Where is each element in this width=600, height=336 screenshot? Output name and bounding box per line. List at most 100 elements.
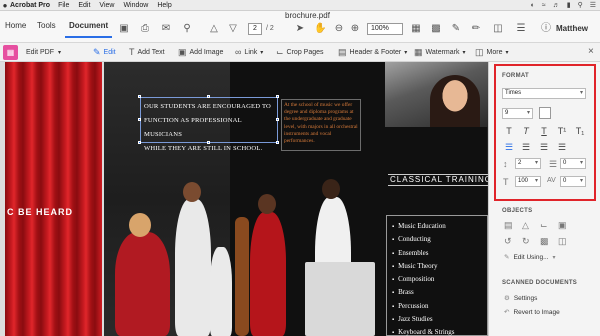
page-number-input[interactable]: 2 (248, 23, 262, 35)
revert-label: Revert to Image (513, 308, 560, 316)
chevron-down-icon: ▾ (404, 50, 408, 56)
crop-image-icon[interactable]: ⌙ (540, 220, 548, 231)
rotate-right-icon[interactable]: ↻ (522, 236, 530, 247)
edit-using-button[interactable]: ✎ Edit Using... ▾ (504, 253, 556, 262)
text-style-icon[interactable]: T (503, 126, 515, 136)
apple-icon[interactable]: ● (0, 1, 10, 10)
edit-pdf-mode[interactable]: ▦ Edit PDF ▾ (0, 43, 93, 62)
rotate-left-icon[interactable]: ↺ (504, 236, 512, 247)
highlight-icon[interactable]: ✎ (450, 23, 462, 35)
next-page-icon[interactable]: ▽ (227, 23, 239, 35)
resize-handle[interactable] (207, 95, 210, 98)
flip-horizontal-icon[interactable]: ◫ (558, 236, 567, 247)
tab-document[interactable]: Document (64, 21, 113, 38)
link-icon: ∞ (235, 47, 242, 57)
classical-training-heading[interactable]: CLASSICAL TRAINING (388, 174, 488, 186)
sign-icon[interactable]: ✏ (470, 23, 482, 35)
paragraph-spacing-select[interactable]: 0 (560, 158, 586, 169)
line-spacing-select[interactable]: 2 (515, 158, 541, 169)
musicians-photo (115, 177, 380, 336)
watermark-button[interactable]: ▦ Watermark ▾ (414, 47, 466, 58)
add-text-label: Add Text (137, 48, 165, 56)
zoom-out-icon[interactable]: ⊖ (333, 23, 345, 35)
resize-handle[interactable] (138, 141, 141, 144)
menu-edit[interactable]: Edit (78, 2, 90, 9)
fit-page-icon[interactable]: ▦ (410, 23, 422, 35)
share-icon[interactable]: ◫ (492, 23, 504, 35)
resize-handle[interactable] (207, 141, 210, 144)
zoom-in-icon[interactable]: ⊕ (349, 23, 361, 35)
chevron-down-icon[interactable]: ▾ (58, 49, 61, 56)
tab-home[interactable]: Home (5, 21, 26, 30)
edit-pdf-label: Edit PDF (26, 49, 55, 56)
horizontal-scale-select[interactable]: 100 (515, 176, 541, 187)
hand-icon[interactable]: ✋ (314, 23, 326, 35)
menu-file[interactable]: File (58, 2, 69, 9)
chevron-down-icon: ▾ (462, 50, 466, 56)
search-icon[interactable]: ⚲ (181, 23, 193, 35)
edit-tool-label: Edit (103, 49, 116, 56)
font-color-swatch[interactable] (539, 107, 551, 119)
spotlight-icon[interactable]: ⚲ (578, 1, 583, 9)
resize-handle[interactable] (276, 95, 279, 98)
help-icon[interactable]: ⓘ (540, 23, 552, 35)
crop-pages-button[interactable]: ⌙ Crop Pages (276, 47, 324, 58)
font-size-select[interactable]: 9 (502, 108, 533, 119)
status-icon[interactable]: ◐ (531, 2, 535, 9)
italic-icon[interactable]: T (520, 126, 532, 136)
mail-icon[interactable]: ✉ (160, 23, 172, 35)
add-text-button[interactable]: T Add Text (129, 47, 165, 57)
menu-view[interactable]: View (99, 2, 114, 9)
header-footer-button[interactable]: ▤ Header & Footer ▾ (338, 47, 407, 58)
menu-window[interactable]: Window (123, 2, 148, 9)
list-item: Jazz Studies (392, 313, 487, 326)
superscript-icon[interactable]: T¹ (556, 126, 568, 136)
link-button[interactable]: ∞ Link ▾ (235, 47, 263, 57)
select-cursor-icon[interactable]: ➤ (294, 23, 306, 35)
resize-handle[interactable] (138, 118, 141, 121)
align-objects-icon[interactable]: ▤ (504, 220, 513, 231)
tab-tools[interactable]: Tools (37, 21, 56, 30)
char-spacing-select[interactable]: 0 (560, 176, 586, 187)
flip-icon[interactable]: △ (522, 220, 529, 231)
notification-icon[interactable]: ☰ (590, 1, 596, 9)
prev-page-icon[interactable]: △ (208, 23, 220, 35)
edit-tool-button[interactable]: ✎ Edit (93, 47, 116, 58)
more-label: More (486, 49, 503, 56)
menu-help[interactable]: Help (157, 2, 171, 9)
programs-text-box[interactable]: At the school of music we offer degree a… (281, 99, 361, 151)
print-icon[interactable]: ⎙ (139, 23, 151, 35)
more-button[interactable]: ◫ More ▾ (475, 47, 508, 58)
add-image-label: Add Image (189, 49, 224, 56)
more-tools-icon[interactable]: ☰ (515, 23, 527, 35)
resize-handle[interactable] (276, 141, 279, 144)
zoom-select[interactable]: 100% (367, 23, 403, 35)
align-center-icon[interactable]: ☰ (520, 142, 532, 153)
add-image-button[interactable]: ▣ Add Image (178, 47, 223, 58)
align-right-icon[interactable]: ☰ (538, 142, 550, 153)
comment-icon[interactable]: ▩ (430, 23, 442, 35)
resize-handle[interactable] (276, 118, 279, 121)
replace-image-icon[interactable]: ▩ (540, 236, 549, 247)
courses-list[interactable]: Music Education Conducting Ensembles Mus… (386, 215, 488, 336)
user-name[interactable]: Matthew (556, 24, 588, 33)
volume-icon[interactable]: ♬ (553, 2, 560, 9)
align-left-icon[interactable]: ☰ (503, 142, 515, 153)
revert-to-image-button[interactable]: ↶ Revert to Image (504, 308, 560, 317)
settings-button[interactable]: ⚙ Settings (504, 294, 537, 303)
underline-icon[interactable]: T (538, 126, 550, 136)
wifi-icon[interactable]: ≈ (542, 2, 546, 9)
paragraph-spacing-icon: ☰ (549, 159, 558, 169)
be-heard-text[interactable]: C BE HEARD (5, 204, 100, 220)
headline-text-box[interactable]: OUR STUDENTS ARE ENCOURAGED TO FUNCTION … (140, 97, 278, 152)
subscript-icon[interactable]: T₁ (574, 126, 586, 136)
resize-handle[interactable] (138, 95, 141, 98)
save-icon[interactable]: ▣ (118, 23, 130, 35)
close-icon[interactable]: × (588, 46, 594, 57)
justify-icon[interactable]: ☰ (556, 142, 568, 153)
document-canvas[interactable]: C BE HEARD OUR STUDENTS ARE ENCOURAGED T… (5, 62, 488, 336)
battery-icon[interactable]: ▮ (567, 1, 571, 9)
app-menu[interactable]: Acrobat Pro (10, 2, 50, 9)
font-family-select[interactable]: Times (502, 88, 586, 99)
arrange-icon[interactable]: ▣ (558, 220, 567, 231)
